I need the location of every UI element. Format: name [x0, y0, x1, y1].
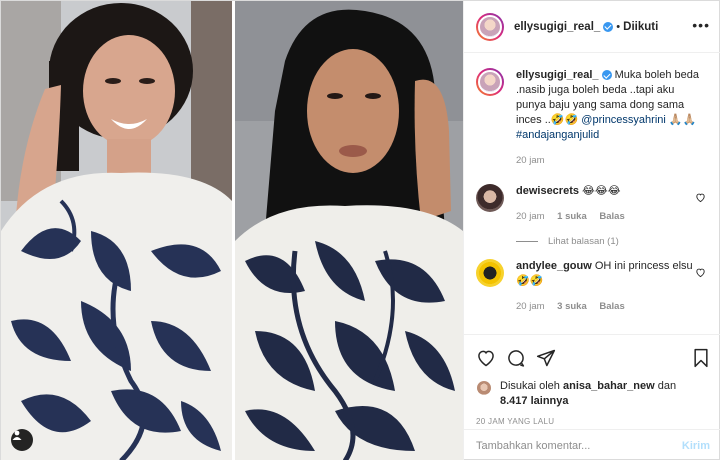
liked-by-prefix: Disukai oleh — [500, 380, 563, 392]
caption-username[interactable]: ellysugigi_real_ — [516, 69, 599, 81]
comment-time[interactable]: 20 jam — [516, 301, 545, 312]
verified-badge-icon — [601, 70, 612, 81]
post-timestamp[interactable]: 20 JAM YANG LALU — [476, 417, 710, 426]
user-tag-icon[interactable] — [11, 429, 33, 451]
caption: ellysugigi_real_ Muka boleh beda .nasib … — [476, 68, 710, 168]
author-avatar[interactable] — [476, 12, 504, 41]
comment-icon[interactable] — [506, 348, 526, 368]
comment-like-heart-icon[interactable] — [695, 265, 706, 283]
comment-username[interactable]: dewisecrets — [516, 185, 579, 197]
verified-badge-icon — [603, 21, 614, 32]
heart-icon[interactable] — [476, 348, 496, 368]
view-replies-label: Lihat balasan (1) — [548, 236, 619, 247]
caption-time[interactable]: 20 jam — [516, 155, 545, 166]
comments-list[interactable]: ellysugigi_real_ Muka boleh beda .nasib … — [464, 54, 720, 334]
comment-likes[interactable]: 3 suka — [557, 301, 587, 312]
view-replies-button[interactable]: Lihat balasan (1) — [516, 236, 710, 247]
post-header: ellysugigi_real_ • Diikuti ••• — [464, 1, 720, 53]
liker-username[interactable]: anisa_bahar_new — [563, 380, 655, 392]
comment-username[interactable]: andylee_gouw — [516, 260, 592, 272]
comment-item: dewisecrets 😂😂😂 20 jam 1 suka Balas — [476, 184, 710, 224]
reply-button[interactable]: Balas — [599, 301, 624, 312]
comment-avatar[interactable] — [476, 184, 504, 212]
comment-time[interactable]: 20 jam — [516, 211, 545, 222]
caption-mention[interactable]: @princessyahrini — [581, 114, 666, 126]
photo-left — [1, 1, 232, 460]
comment-like-heart-icon[interactable] — [695, 190, 706, 208]
caption-avatar[interactable] — [476, 68, 504, 96]
photo-right — [235, 1, 463, 460]
comment-likes[interactable]: 1 suka — [557, 211, 587, 222]
share-icon[interactable] — [536, 348, 556, 368]
author-username[interactable]: ellysugigi_real_ — [514, 21, 600, 33]
post-dialog: ellysugigi_real_ • Diikuti ••• ellysugig… — [0, 0, 720, 460]
separator-dot: • — [616, 20, 621, 33]
comment-avatar[interactable] — [476, 259, 504, 287]
comment-text: 😂😂😂 — [578, 185, 621, 197]
post-sidebar: ellysugigi_real_ • Diikuti ••• ellysugig… — [463, 1, 720, 460]
more-horizontal-icon[interactable]: ••• — [692, 18, 710, 32]
liker-avatar[interactable] — [476, 380, 492, 396]
reply-button[interactable]: Balas — [599, 211, 624, 222]
post-actions: Disukai oleh anisa_bahar_new dan 8.417 l… — [464, 334, 720, 429]
caption-hashtag[interactable]: #andajanganjulid — [516, 129, 599, 141]
comment-item: andylee_gouw OH ini princess elsu 🤣🤣 20 … — [476, 259, 710, 314]
liked-by-middle: dan — [654, 380, 677, 392]
replies-line — [516, 241, 538, 242]
caption-text-2: 🙏🏼🙏🏼 — [665, 114, 697, 126]
comment-input[interactable] — [476, 439, 682, 452]
following-button[interactable]: Diikuti — [623, 21, 658, 33]
bookmark-icon[interactable] — [692, 348, 710, 368]
likes-count[interactable]: 8.417 lainnya — [500, 395, 569, 407]
post-comment-button[interactable]: Kirim — [682, 440, 710, 452]
post-media[interactable] — [1, 1, 463, 460]
liked-by: Disukai oleh anisa_bahar_new dan 8.417 l… — [476, 379, 710, 409]
add-comment-bar: Kirim — [464, 429, 720, 460]
